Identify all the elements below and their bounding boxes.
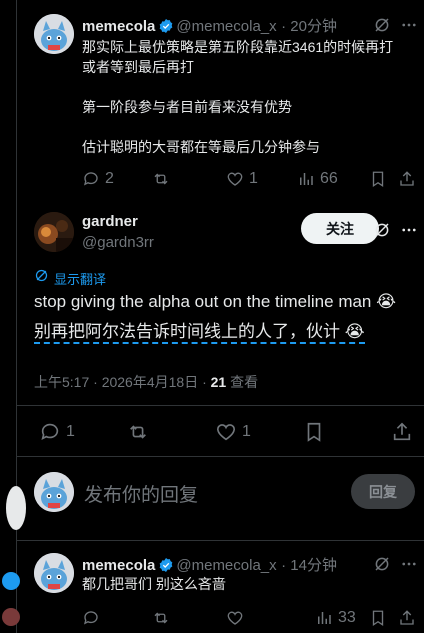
translate-toggle[interactable]: 显示翻译 [34, 268, 106, 288]
divider [17, 540, 424, 541]
like-action[interactable]: 1 [215, 421, 251, 443]
views-label: 查看 [226, 374, 259, 390]
author-name[interactable]: memecola [82, 18, 155, 35]
retweet-action[interactable] [126, 421, 150, 443]
like-action[interactable] [226, 609, 244, 627]
verified-icon [158, 18, 174, 39]
post-text: 那实际上最优策略是第五阶段靠近3461的时候再打 或者等到最后再打 第一阶段参与… [82, 39, 394, 155]
grok-icon[interactable] [371, 14, 393, 36]
bookmark-icon[interactable] [369, 609, 387, 627]
avatar[interactable] [34, 553, 74, 593]
avatar[interactable] [34, 14, 74, 54]
more-icon[interactable] [398, 553, 420, 575]
bookmark-icon[interactable] [303, 421, 325, 443]
author-name[interactable]: memecola [82, 557, 155, 574]
translated-text: 别再把阿尔法告诉时间线上的人了，伙计 😭 [34, 320, 419, 344]
like-count: 1 [249, 170, 258, 187]
views-count: 33 [338, 609, 356, 626]
reply-action[interactable]: 2 [82, 170, 114, 188]
like-count: 1 [242, 423, 251, 440]
reply-input[interactable]: 发布你的回复 [84, 480, 198, 507]
author-handle[interactable]: @memecola_x [176, 557, 276, 574]
reply-count: 1 [66, 423, 75, 440]
post-meta: 上午5:17 · 2026年4月18日 · 21 查看 [34, 372, 258, 392]
conversation-column: memecola @memecola_x · 20分钟 那实际上最优策略是第五阶段… [17, 0, 424, 633]
reply-submit-button[interactable]: 回复 [351, 474, 415, 509]
share-icon[interactable] [398, 170, 416, 188]
more-icon[interactable] [398, 219, 420, 241]
reply-action[interactable]: 1 [39, 421, 75, 443]
post-time[interactable]: · 14分钟 [281, 557, 337, 574]
translate-label: 显示翻译 [54, 271, 107, 287]
views-count: 66 [320, 170, 338, 187]
grok-icon[interactable] [371, 553, 393, 575]
post-timestamp[interactable]: 上午5:17 · 2026年4月18日 · [34, 374, 211, 390]
grok-icon[interactable] [371, 219, 393, 241]
retweet-action[interactable] [151, 609, 171, 627]
bookmark-icon[interactable] [369, 170, 387, 188]
divider [17, 456, 424, 457]
views-action[interactable]: 33 [315, 609, 356, 627]
more-icon[interactable] [398, 14, 420, 36]
post-time[interactable]: · 20分钟 [281, 18, 337, 35]
reply-count: 2 [105, 170, 114, 187]
share-icon[interactable] [398, 609, 416, 627]
my-avatar[interactable] [34, 472, 74, 512]
divider [17, 405, 424, 406]
follow-button[interactable]: 关注 [301, 213, 379, 244]
author-name[interactable]: gardner [82, 213, 138, 230]
author-handle[interactable]: @memecola_x [176, 18, 276, 35]
views-number: 21 [210, 374, 227, 390]
share-icon[interactable] [391, 421, 413, 443]
avatar[interactable] [34, 212, 74, 252]
retweet-action[interactable] [151, 170, 171, 188]
views-action[interactable]: 66 [297, 170, 338, 188]
post-text: stop giving the alpha out on the timelin… [34, 292, 396, 311]
translate-icon [34, 268, 49, 288]
post-header: memecola @memecola_x · 20分钟 [82, 15, 337, 39]
translation-span[interactable]: 别再把阿尔法告诉时间线上的人了，伙计 😭 [34, 322, 365, 344]
author-handle[interactable]: @gardn3rr [82, 234, 154, 251]
reply-action[interactable] [82, 609, 100, 627]
like-action[interactable]: 1 [226, 170, 258, 188]
post-text: 都几把哥们 别这么吝啬 [82, 576, 226, 592]
